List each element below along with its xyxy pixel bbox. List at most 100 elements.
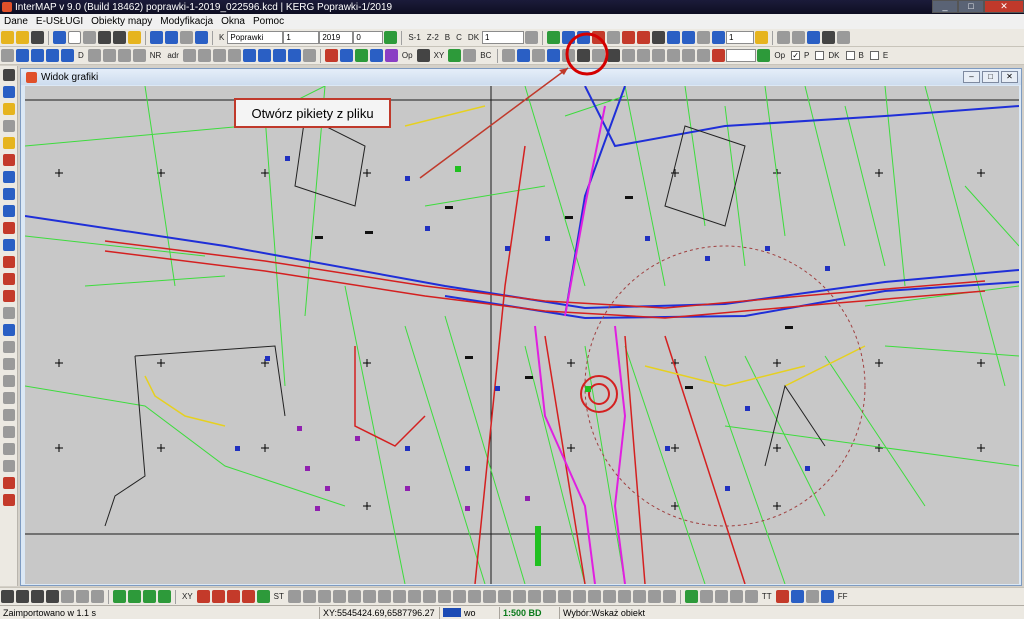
d-button[interactable]: D <box>78 51 84 60</box>
edit16-icon[interactable] <box>324 49 338 62</box>
menu-okna[interactable]: Okna <box>217 16 249 27</box>
edit29-icon[interactable] <box>622 49 636 62</box>
arrow-down-icon[interactable] <box>384 31 398 44</box>
cancel-tool-icon[interactable] <box>3 494 15 506</box>
edit13-icon[interactable] <box>227 49 241 62</box>
edit2-icon[interactable] <box>16 49 29 62</box>
tool3-icon[interactable] <box>682 31 696 44</box>
snap9-icon[interactable] <box>332 590 346 603</box>
snap20-icon[interactable] <box>497 590 511 603</box>
year-field[interactable]: 2019 <box>319 31 354 44</box>
info-tool-icon[interactable] <box>3 86 15 98</box>
shape-icon[interactable] <box>622 31 636 44</box>
line-tool-icon[interactable] <box>3 154 15 166</box>
edit19-icon[interactable] <box>384 49 398 62</box>
bold-icon[interactable] <box>652 31 666 44</box>
join-tool-icon[interactable] <box>3 273 15 285</box>
checkbox-dk[interactable] <box>815 51 825 60</box>
edit14-icon[interactable] <box>287 49 301 62</box>
minimize-button[interactable]: _ <box>932 0 958 13</box>
snap23-icon[interactable] <box>542 590 556 603</box>
save-icon[interactable] <box>31 31 44 44</box>
snap1-icon[interactable] <box>196 590 210 603</box>
tool5-icon[interactable] <box>712 31 726 44</box>
edit21-icon[interactable] <box>502 49 516 62</box>
m2-icon[interactable] <box>242 49 256 62</box>
tool7-icon[interactable] <box>792 31 806 44</box>
edit7-icon[interactable] <box>102 49 116 62</box>
erase-tool-icon[interactable] <box>3 443 15 455</box>
edit25-icon[interactable] <box>562 49 576 62</box>
maximize-button[interactable]: □ <box>958 0 984 13</box>
printer-icon[interactable] <box>463 49 477 62</box>
edit17-icon[interactable] <box>339 49 353 62</box>
snap2-icon[interactable] <box>211 590 225 603</box>
op2-button[interactable]: Op <box>774 51 785 60</box>
snap17-icon[interactable] <box>452 590 466 603</box>
edit8-icon[interactable] <box>117 49 131 62</box>
database-icon[interactable] <box>128 31 141 44</box>
checkbox-b[interactable] <box>845 51 855 60</box>
menu-dane[interactable]: Dane <box>0 16 32 27</box>
arrow-tool-icon[interactable] <box>3 324 15 336</box>
move-tool-icon[interactable] <box>3 222 15 234</box>
snap19-icon[interactable] <box>482 590 496 603</box>
edit28-icon[interactable] <box>607 49 621 62</box>
snap7-icon[interactable] <box>302 590 316 603</box>
edit32-icon[interactable] <box>667 49 681 62</box>
edit30-icon[interactable] <box>637 49 651 62</box>
xy-snap-button[interactable]: XY <box>182 592 193 601</box>
tool2-icon[interactable] <box>667 31 681 44</box>
edit20-icon[interactable] <box>416 49 430 62</box>
ff-button[interactable]: FF <box>838 592 848 601</box>
node-tool-icon[interactable] <box>3 171 15 183</box>
tool4-icon[interactable] <box>697 31 711 44</box>
snap14-icon[interactable] <box>407 590 421 603</box>
snap5-icon[interactable] <box>256 590 270 603</box>
adr-button[interactable]: adr <box>167 51 179 60</box>
txt-icon[interactable] <box>807 31 821 44</box>
edit18-icon[interactable] <box>369 49 383 62</box>
snap26-icon[interactable] <box>587 590 601 603</box>
snap3-icon[interactable] <box>226 590 240 603</box>
edit10-icon[interactable] <box>182 49 196 62</box>
text-tool-icon[interactable] <box>3 375 15 387</box>
pencil-icon[interactable] <box>3 103 15 115</box>
list-icon[interactable] <box>180 31 193 44</box>
obj3-icon[interactable] <box>714 590 728 603</box>
snap-field[interactable] <box>726 49 757 62</box>
op-button[interactable]: Op <box>402 51 413 60</box>
copy-tool-icon[interactable] <box>3 409 15 421</box>
tool-icon[interactable] <box>607 31 621 44</box>
split-tool-icon[interactable] <box>3 256 15 268</box>
pan-left-icon[interactable] <box>113 590 126 603</box>
edit1-icon[interactable] <box>1 49 14 62</box>
dk-button[interactable]: DK <box>468 33 479 42</box>
rotate-tool-icon[interactable] <box>3 239 15 251</box>
zoom-icon[interactable] <box>91 590 104 603</box>
obj9-icon[interactable] <box>820 590 834 603</box>
layers-icon[interactable] <box>562 31 576 44</box>
obj5-icon[interactable] <box>744 590 758 603</box>
snap11-icon[interactable] <box>362 590 376 603</box>
pan-down-icon[interactable] <box>143 590 156 603</box>
xy-button[interactable]: XY <box>434 51 445 60</box>
r-icon[interactable] <box>547 31 561 44</box>
table-tool-icon[interactable] <box>3 358 15 370</box>
obj1-icon[interactable] <box>684 590 698 603</box>
edit9-icon[interactable] <box>132 49 146 62</box>
table-icon[interactable] <box>272 49 286 62</box>
info-icon[interactable] <box>53 31 66 44</box>
snap13-icon[interactable] <box>392 590 406 603</box>
edit3-icon[interactable] <box>31 49 44 62</box>
number-field[interactable]: 1 <box>283 31 320 44</box>
snap15-icon[interactable] <box>422 590 436 603</box>
edit35-icon[interactable] <box>712 49 726 62</box>
nr-button[interactable]: NR <box>150 51 162 60</box>
snap30-icon[interactable] <box>647 590 661 603</box>
edit4-icon[interactable] <box>46 49 59 62</box>
doc-maximize-button[interactable]: □ <box>982 71 999 83</box>
snap16-icon[interactable] <box>437 590 451 603</box>
edit5-icon[interactable] <box>61 49 74 62</box>
obj8-icon[interactable] <box>805 590 819 603</box>
